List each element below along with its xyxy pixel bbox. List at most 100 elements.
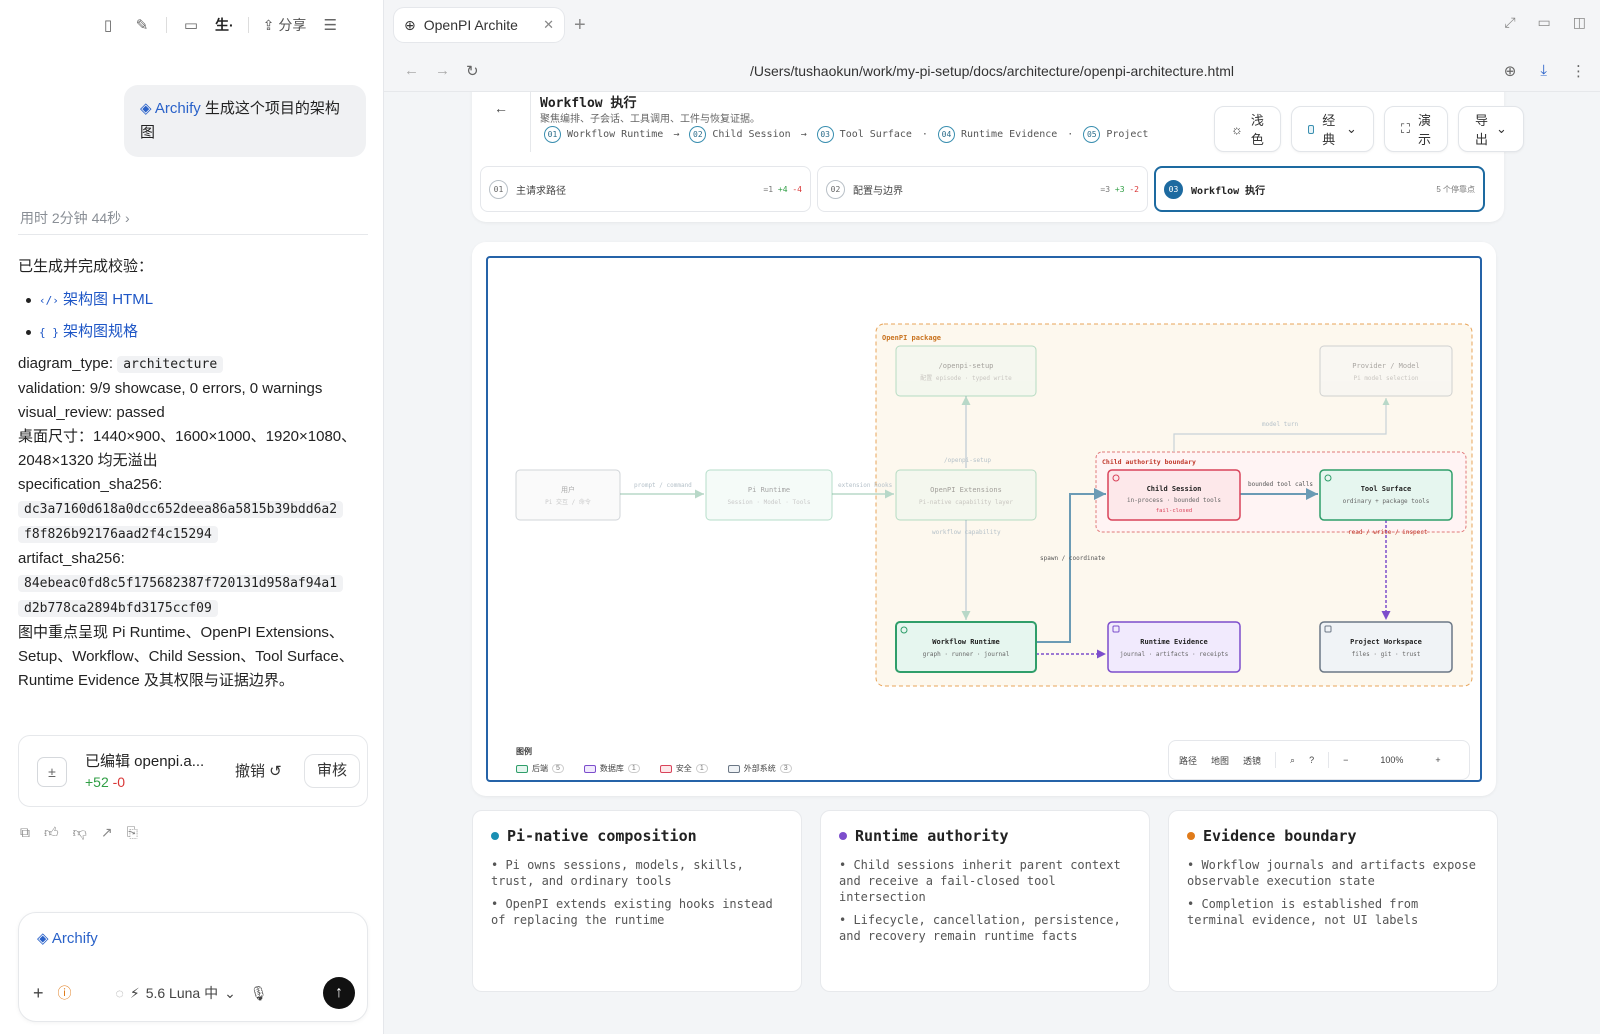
project-selector[interactable]: 生· [215, 15, 234, 35]
search-icon[interactable]: ⌕ [1290, 755, 1295, 766]
page-title: Workflow 执行 [540, 96, 637, 111]
step-item[interactable]: 01 Workflow Runtime [544, 126, 663, 143]
tab-title: OpenPI Archite [423, 17, 518, 33]
legend-items: 后端 5 数据库 1 安全 1 外部系统 3 [516, 763, 792, 774]
node-sub: Pi 交互 / 命令 [545, 498, 591, 506]
scenario-tab[interactable]: 01 主请求路径 =1 +4 -4 [480, 166, 811, 212]
card-bullet: • Workflow journals and artifacts expose… [1187, 858, 1476, 888]
add-icon[interactable]: + [33, 983, 44, 1004]
bullet [26, 297, 31, 303]
archify-chip-label: Archify [51, 930, 98, 947]
add-bookmark-icon[interactable]: ⊕ [1504, 62, 1517, 80]
style-select[interactable]: 经典 ⌄ [1290, 106, 1374, 152]
meta-count: =3 [1100, 184, 1111, 194]
more-icon[interactable]: ⋮ [1571, 62, 1586, 80]
model-selector[interactable]: ◌ ⚡︎ 5.6 Luna 中 ⌄ [116, 983, 236, 1003]
node-user[interactable]: 用户 Pi 交互 / 命令 [515, 469, 621, 521]
browser-tab[interactable]: ⊕ OpenPI Archite ✕ [394, 8, 564, 42]
chat-panel: ▯ ✎ ▭ 生· ⇪ 分享 ☰ ◈ Archify 生成这个项目的架构图 用时 2… [0, 0, 384, 1034]
elapsed-time-toggle[interactable]: 用时 2分钟 44秒 › [20, 208, 130, 228]
present-button[interactable]: ⛶ 演示 [1383, 106, 1448, 152]
back-icon[interactable]: ← [404, 62, 419, 79]
node-workflow-runtime[interactable]: Workflow Runtime graph · runner · journa… [895, 621, 1037, 673]
download-icon[interactable]: ⤓ [1540, 62, 1547, 80]
back-arrow-icon[interactable]: ← [494, 100, 508, 116]
new-chat-icon[interactable]: ✎ [132, 15, 152, 35]
node-pi-runtime[interactable]: Pi Runtime Session · Model · Tools [705, 469, 833, 521]
copy-icon[interactable]: ⧉ [20, 824, 30, 841]
legend-label: 后端 [532, 764, 548, 773]
share-icon[interactable]: ↗ [101, 824, 113, 841]
export-label: 导出 [1474, 113, 1488, 147]
reload-icon[interactable]: ↻ [466, 62, 479, 80]
alert-icon[interactable]: ⓘ [58, 983, 72, 1003]
export-button[interactable]: 导出 ⌄ [1457, 106, 1524, 152]
node-sub: files · git · trust [1352, 651, 1421, 658]
undo-button[interactable]: 撤销 ↺ [235, 760, 282, 781]
step-item[interactable]: · 05 Project [1063, 126, 1148, 143]
help-icon[interactable]: ? [1309, 755, 1314, 765]
zoom-in-button[interactable]: + [1435, 755, 1440, 765]
legend-item[interactable]: 外部系统 3 [727, 763, 792, 774]
panel-icon[interactable]: ▭ [1538, 14, 1551, 31]
tab-bar: ⊕ OpenPI Archite ✕ + ⤢ ▭ ◫ [384, 0, 1600, 50]
archify-chip[interactable]: ◈ Archify [37, 929, 98, 947]
close-tab-icon[interactable]: ✕ [543, 17, 554, 33]
edge-label: read / write / inspect [1348, 529, 1428, 536]
forward-icon[interactable]: → [435, 62, 450, 79]
thumbs-down-icon[interactable]: 👎︎ [73, 824, 87, 841]
edit-summary-card[interactable]: ± 已编辑 openpi.a... +52 -0 撤销 ↺ 审核 [18, 735, 368, 807]
review-button[interactable]: 审核 [304, 754, 361, 788]
reply-intro: 已生成并完成校验： [18, 258, 154, 275]
legend-item[interactable]: 数据库 1 [583, 763, 640, 774]
microphone-icon[interactable]: 🎙︎ [250, 985, 268, 1002]
step-item[interactable]: → 03 Tool Surface [797, 126, 912, 143]
architecture-spec-link[interactable]: { } 架构图规格 [39, 320, 138, 345]
fork-icon[interactable]: ⎘ [127, 824, 138, 841]
node-sub: 配置 episode · typed write [920, 375, 1012, 382]
boundary-label: Child authority boundary [1102, 458, 1196, 466]
lens-mode-button[interactable]: 透镜 [1243, 754, 1261, 767]
sidebar-toggle-icon[interactable]: ▯ [98, 15, 118, 35]
url-text[interactable]: /Users/tushaokun/work/my-pi-setup/docs/a… [384, 63, 1600, 79]
divider [1275, 752, 1277, 768]
zoom-out-button[interactable]: − [1343, 755, 1348, 765]
sidebar-right-icon[interactable]: ◫ [1573, 14, 1586, 31]
node-extensions[interactable]: OpenPI Extensions Pi-native capability l… [895, 469, 1037, 521]
scenario-tab-active[interactable]: 03 Workflow 执行 5 个停靠点 [1154, 166, 1485, 212]
validation-line: validation: 9/9 showcase, 0 errors, 0 wa… [18, 380, 323, 397]
share-button[interactable]: ⇪ 分享 [263, 15, 307, 35]
node-tool-surface[interactable]: Tool Surface ordinary + package tools [1319, 469, 1453, 521]
node-runtime-evidence[interactable]: Runtime Evidence journal · artifacts · r… [1107, 621, 1241, 673]
node-setup[interactable]: /openpi-setup 配置 episode · typed write [895, 345, 1037, 397]
message-composer[interactable]: ◈ Archify + ⓘ ◌ ⚡︎ 5.6 Luna 中 ⌄ 🎙︎ ↑ [18, 912, 368, 1022]
diagram-canvas[interactable]: OpenPI package Child authority boundary … [486, 256, 1482, 782]
list-settings-icon[interactable]: ☰ [320, 15, 340, 35]
node-child-session[interactable]: Child Session in-process · bounded tools… [1107, 469, 1241, 521]
send-button[interactable]: ↑ [323, 977, 355, 1009]
architecture-html-link[interactable]: ‹/› 架构图 HTML [39, 288, 153, 313]
theme-button[interactable]: ☼ 浅色 [1214, 106, 1281, 152]
legend-item[interactable]: 后端 5 [516, 763, 564, 774]
step-label: Project [1106, 129, 1149, 140]
loading-icon: ◌ [115, 985, 124, 1001]
node-provider[interactable]: Provider / Model Pi model selection [1319, 345, 1453, 397]
new-tab-icon[interactable]: + [574, 14, 586, 37]
principle-cards: Pi-native composition • Pi owns sessions… [472, 810, 1498, 992]
expand-icon[interactable]: ⤢ [1504, 14, 1515, 31]
scenario-tab[interactable]: 02 配置与边界 =3 +3 -2 [817, 166, 1148, 212]
legend-label: 外部系统 [743, 764, 776, 773]
step-item[interactable]: · 04 Runtime Evidence [918, 126, 1057, 143]
card-title: Pi-native composition [507, 827, 697, 845]
card-dot [839, 832, 847, 840]
desktop-sizes-line: 桌面尺寸：1440×900、1600×1000、1920×1080、2048×1… [18, 428, 357, 469]
map-mode-button[interactable]: 地图 [1211, 754, 1229, 767]
thumbs-up-icon[interactable]: 👍︎ [44, 824, 59, 841]
composer-toolbar: + ⓘ ◌ ⚡︎ 5.6 Luna 中 ⌄ 🎙︎ ↑ [33, 977, 355, 1009]
folder-icon[interactable]: ▭ [181, 15, 201, 35]
path-mode-button[interactable]: 路径 [1179, 754, 1197, 767]
step-item[interactable]: → 02 Child Session [669, 126, 791, 143]
legend-item[interactable]: 安全 1 [659, 763, 708, 774]
node-project-workspace[interactable]: Project Workspace files · git · trust [1319, 621, 1453, 673]
card-heading: Evidence boundary [1187, 827, 1479, 845]
